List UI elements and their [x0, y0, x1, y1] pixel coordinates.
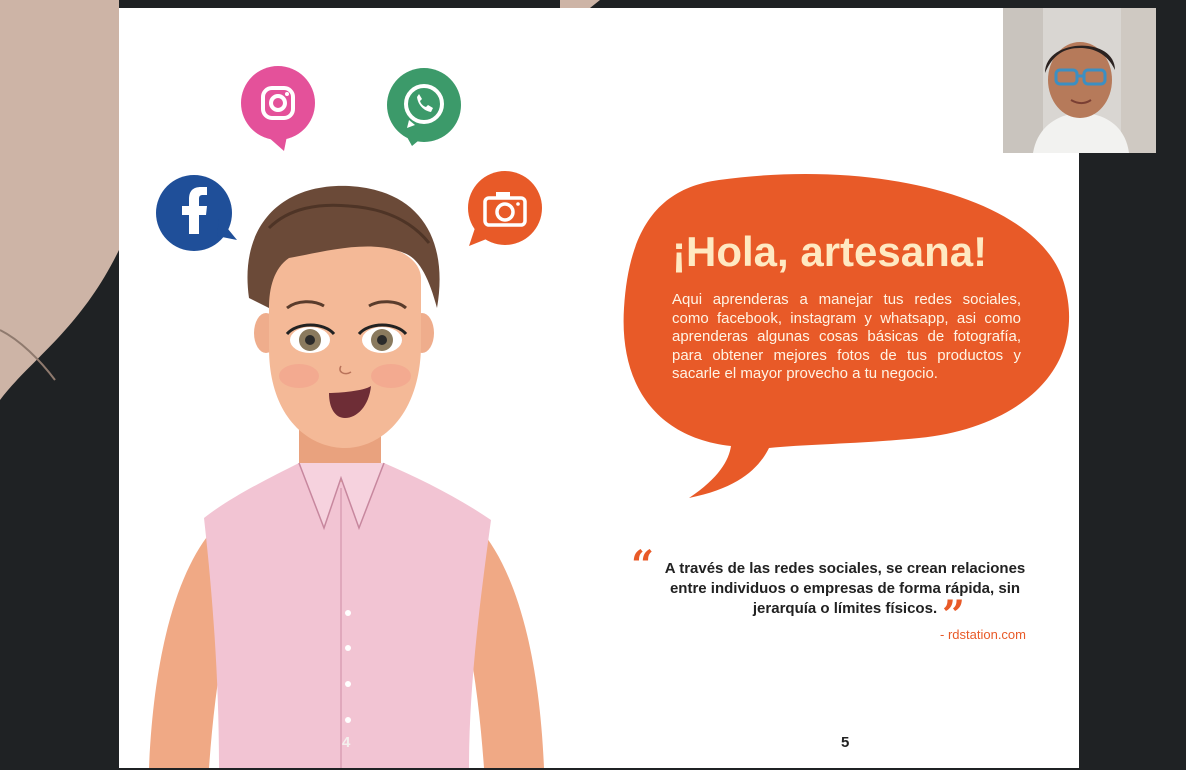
whatsapp-icon: [387, 68, 461, 146]
instagram-icon: [241, 66, 315, 151]
webcam-video-tile[interactable]: [1003, 8, 1156, 153]
artisan-woman-illustration: [149, 185, 544, 768]
quote-open-mark: “: [631, 542, 655, 589]
slide-illustration: [149, 66, 1070, 768]
page-number-left: 4: [342, 734, 351, 751]
camera-icon: [468, 171, 542, 246]
slide-body-text: Aqui aprenderas a manejar tus redes soci…: [672, 291, 1021, 382]
slide-title: ¡Hola, artesana!: [672, 228, 988, 275]
presentation-slide: ¡Hola, artesana! Aqui aprenderas a manej…: [119, 8, 1079, 768]
quote-text: A través de las redes sociales, se crean…: [664, 560, 1026, 617]
quote-source: - rdstation.com: [940, 627, 1026, 642]
page-number-right: 5: [841, 734, 850, 751]
facebook-icon: [156, 175, 237, 251]
participant-video: [1003, 8, 1156, 153]
